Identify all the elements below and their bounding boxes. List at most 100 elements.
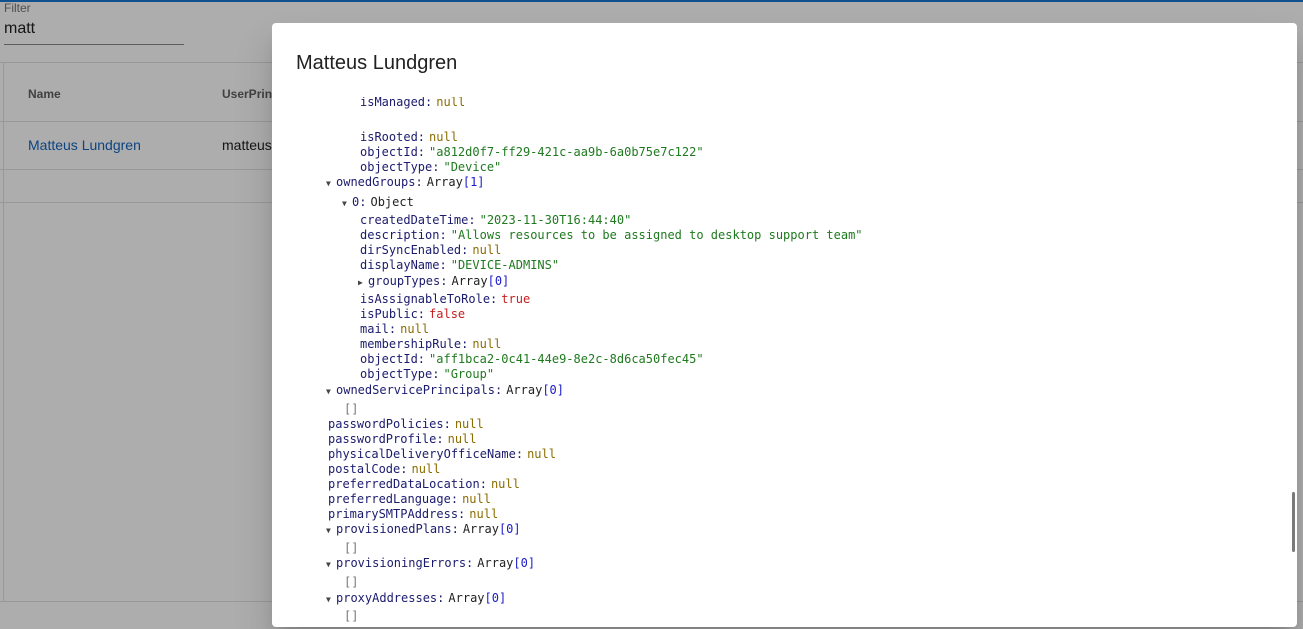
expand-arrow-icon[interactable]: ▼ — [326, 557, 336, 572]
field-type: Array — [506, 383, 543, 397]
field-key: membershipRule — [360, 337, 462, 351]
tree-field: postalCode: null — [328, 462, 441, 476]
tree-field: passwordProfile: null — [328, 432, 477, 446]
tree-field: description: "Allows resources to be assi… — [360, 228, 863, 242]
field-value: null — [454, 417, 484, 431]
empty-array: [] — [344, 402, 359, 416]
field-count: [0] — [498, 522, 521, 536]
field-key: displayName — [360, 258, 440, 272]
field-count: [1] — [462, 175, 485, 189]
field-value: "aff1bca2-0c41-44e9-8e2c-8d6ca50fec45" — [429, 352, 704, 366]
expand-arrow-icon[interactable]: ▼ — [326, 592, 336, 607]
field-count: [0] — [542, 383, 564, 397]
field-key: objectId — [360, 352, 418, 366]
dialog-title: Matteus Lundgren — [296, 52, 458, 74]
tree-field: membershipRule: null — [360, 337, 502, 351]
tree-field: isAssignableToRole: true — [360, 292, 531, 306]
expand-arrow-icon[interactable]: ▼ — [326, 523, 336, 538]
user-details-dialog: Matteus Lundgren isManaged: null isRooted… — [272, 23, 1297, 627]
field-type: Array — [451, 274, 488, 288]
field-key: provisionedPlans — [336, 522, 452, 536]
field-key: objectType — [360, 160, 433, 174]
field-key: dirSyncEnabled — [360, 243, 462, 257]
empty-array: [] — [344, 575, 359, 589]
field-key: objectType — [360, 367, 433, 381]
tree-node-group-0[interactable]: ▼ 0: Object — [342, 195, 414, 210]
field-value: null — [490, 477, 520, 491]
field-key: createdDateTime — [360, 213, 469, 227]
tree-field: isRooted: null — [360, 130, 458, 144]
field-key: postalCode — [328, 462, 401, 476]
field-key: passwordPolicies — [328, 417, 444, 431]
tree-field: objectType: "Device" — [360, 160, 502, 174]
tree-field: preferredLanguage: null — [328, 492, 491, 506]
field-key: description — [360, 228, 440, 242]
field-key: mail — [360, 322, 389, 336]
field-value: null — [436, 97, 466, 109]
field-type: Array — [426, 175, 463, 189]
tree-field: physicalDeliveryOfficeName: null — [328, 447, 556, 461]
field-value: "Group" — [443, 367, 495, 381]
field-type: Array — [477, 556, 514, 570]
field-key: isPublic — [360, 307, 418, 321]
tree-field: isManaged: null — [360, 97, 466, 109]
field-value: "2023-11-30T16:44:40" — [479, 213, 632, 227]
tree-node-provisioning-errors[interactable]: ▼ provisioningErrors: Array[0] — [326, 556, 535, 571]
field-type: Array — [462, 522, 499, 536]
field-value: null — [472, 337, 502, 351]
tree-node-group-types[interactable]: ▶ groupTypes: Array[0] — [358, 274, 509, 289]
field-count: [0] — [484, 591, 507, 605]
tree-field: objectId: "aff1bca2-0c41-44e9-8e2c-8d6ca5… — [360, 352, 704, 366]
field-count: [0] — [487, 274, 510, 288]
field-type: Array — [448, 591, 485, 605]
field-value: null — [469, 507, 499, 521]
field-key: passwordProfile — [328, 432, 437, 446]
field-value: "DEVICE-ADMINS" — [450, 258, 560, 272]
field-value: null — [462, 492, 491, 506]
empty-array: [] — [344, 609, 359, 623]
scrollbar-thumb[interactable] — [1292, 492, 1295, 552]
field-key: isRooted — [360, 130, 418, 144]
field-value: null — [429, 130, 458, 144]
tree-node-proxy-addresses[interactable]: ▼ proxyAddresses: Array[0] — [326, 591, 506, 606]
field-value: null — [400, 322, 430, 336]
empty-array: [] — [344, 541, 359, 555]
tree-field: isPublic: false — [360, 307, 466, 321]
field-key: objectId — [360, 145, 418, 159]
tree-field: displayName: "DEVICE-ADMINS" — [360, 258, 560, 272]
tree-node-provisioned-plans[interactable]: ▼ provisionedPlans: Array[0] — [326, 522, 521, 537]
field-value: "a812d0f7-ff29-421c-aa9b-6a0b75e7c122" — [429, 145, 704, 159]
tree-field: objectType: "Group" — [360, 367, 495, 381]
field-key: preferredLanguage — [328, 492, 451, 506]
expand-arrow-icon[interactable]: ▼ — [326, 176, 336, 191]
field-key: proxyAddresses — [336, 591, 438, 605]
expand-arrow-icon[interactable]: ▼ — [342, 196, 352, 211]
field-type: Object — [370, 195, 414, 209]
tree-field: mail: null — [360, 322, 430, 336]
field-key: isManaged — [360, 97, 426, 109]
field-value: null — [447, 432, 477, 446]
field-value: true — [501, 292, 531, 306]
field-value: null — [527, 447, 556, 461]
field-value: null — [472, 243, 502, 257]
tree-field: primarySMTPAddress: null — [328, 507, 499, 521]
field-key: groupTypes — [368, 274, 441, 288]
field-key: isAssignableToRole — [360, 292, 491, 306]
tree-field: objectId: "a812d0f7-ff29-421c-aa9b-6a0b75… — [360, 145, 704, 159]
field-value: null — [411, 462, 441, 476]
tree-field: passwordPolicies: null — [328, 417, 484, 431]
field-key: primarySMTPAddress — [328, 507, 459, 521]
json-tree-view: isManaged: null isRooted: null objectId: "a… — [272, 97, 1297, 627]
tree-node-owned-service-principals[interactable]: ▼ ownedServicePrincipals: Array[0] — [326, 383, 564, 398]
tree-field: createdDateTime: "2023-11-30T16:44:40" — [360, 213, 632, 227]
field-value: "Allows resources to be assigned to desk… — [450, 228, 863, 242]
field-key: physicalDeliveryOfficeName — [328, 447, 516, 461]
field-value: false — [429, 307, 466, 321]
collapse-arrow-icon[interactable]: ▶ — [358, 275, 368, 290]
field-count: [0] — [513, 556, 536, 570]
tree-node-owned-groups[interactable]: ▼ ownedGroups: Array[1] — [326, 175, 485, 190]
expand-arrow-icon[interactable]: ▼ — [326, 384, 336, 399]
field-key: provisioningErrors — [336, 556, 467, 570]
tree-field: preferredDataLocation: null — [328, 477, 520, 491]
field-key: preferredDataLocation — [328, 477, 480, 491]
